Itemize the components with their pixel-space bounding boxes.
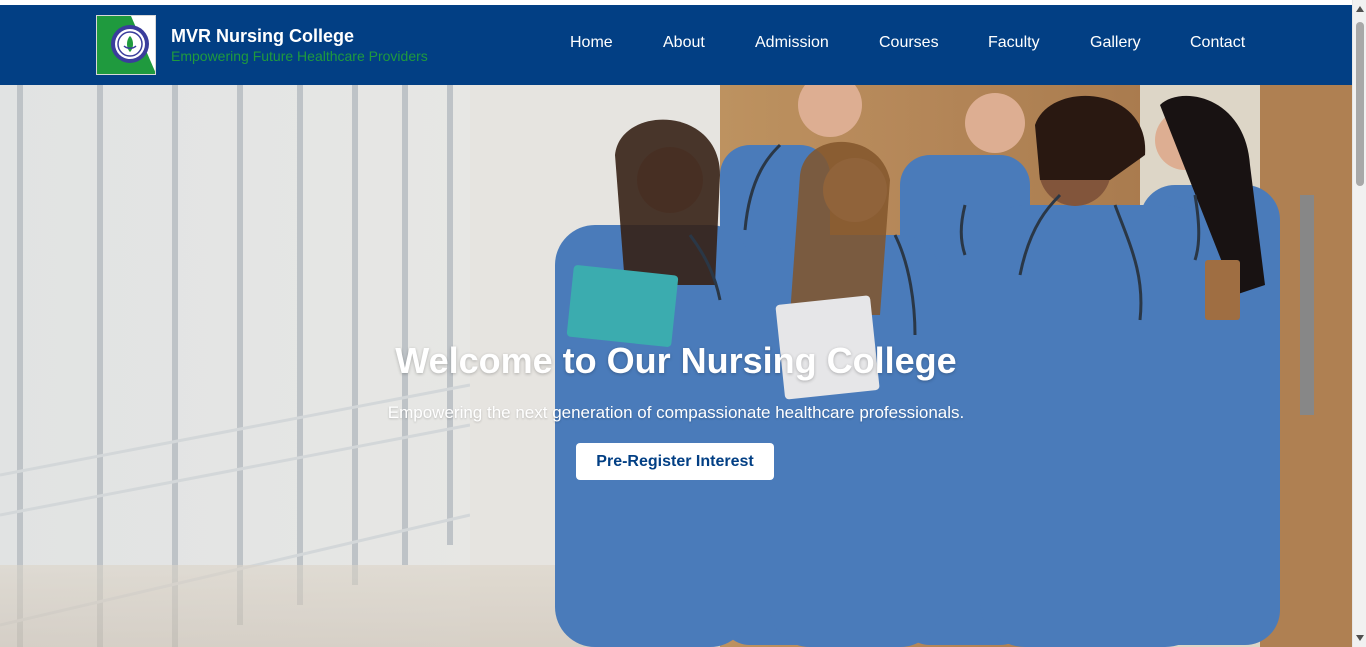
nav-link-courses[interactable]: Courses	[879, 34, 939, 52]
page-scrollbar[interactable]	[1352, 0, 1366, 647]
nav-link-gallery[interactable]: Gallery	[1090, 34, 1141, 52]
site-title[interactable]: MVR Nursing College	[171, 26, 354, 47]
site-header: MVR Nursing College Empowering Future He…	[0, 5, 1352, 85]
nav-link-faculty[interactable]: Faculty	[988, 34, 1040, 52]
pre-register-button[interactable]: Pre-Register Interest	[576, 443, 774, 480]
nav-link-home[interactable]: Home	[570, 34, 613, 52]
scroll-down-arrow-icon[interactable]	[1353, 631, 1366, 645]
hero-section: Welcome to Our Nursing College Empowerin…	[0, 85, 1352, 647]
site-tagline: Empowering Future Healthcare Providers	[171, 48, 428, 64]
scrollbar-thumb[interactable]	[1356, 22, 1364, 186]
college-crest-icon	[97, 16, 155, 74]
nav-link-contact[interactable]: Contact	[1190, 34, 1245, 52]
hero-title: Welcome to Our Nursing College	[395, 340, 957, 381]
scroll-up-arrow-icon[interactable]	[1353, 2, 1366, 16]
nav-link-about[interactable]: About	[663, 34, 705, 52]
college-logo[interactable]	[96, 15, 156, 75]
nav-link-admission[interactable]: Admission	[755, 34, 829, 52]
hero-subtitle: Empowering the next generation of compas…	[387, 403, 965, 422]
